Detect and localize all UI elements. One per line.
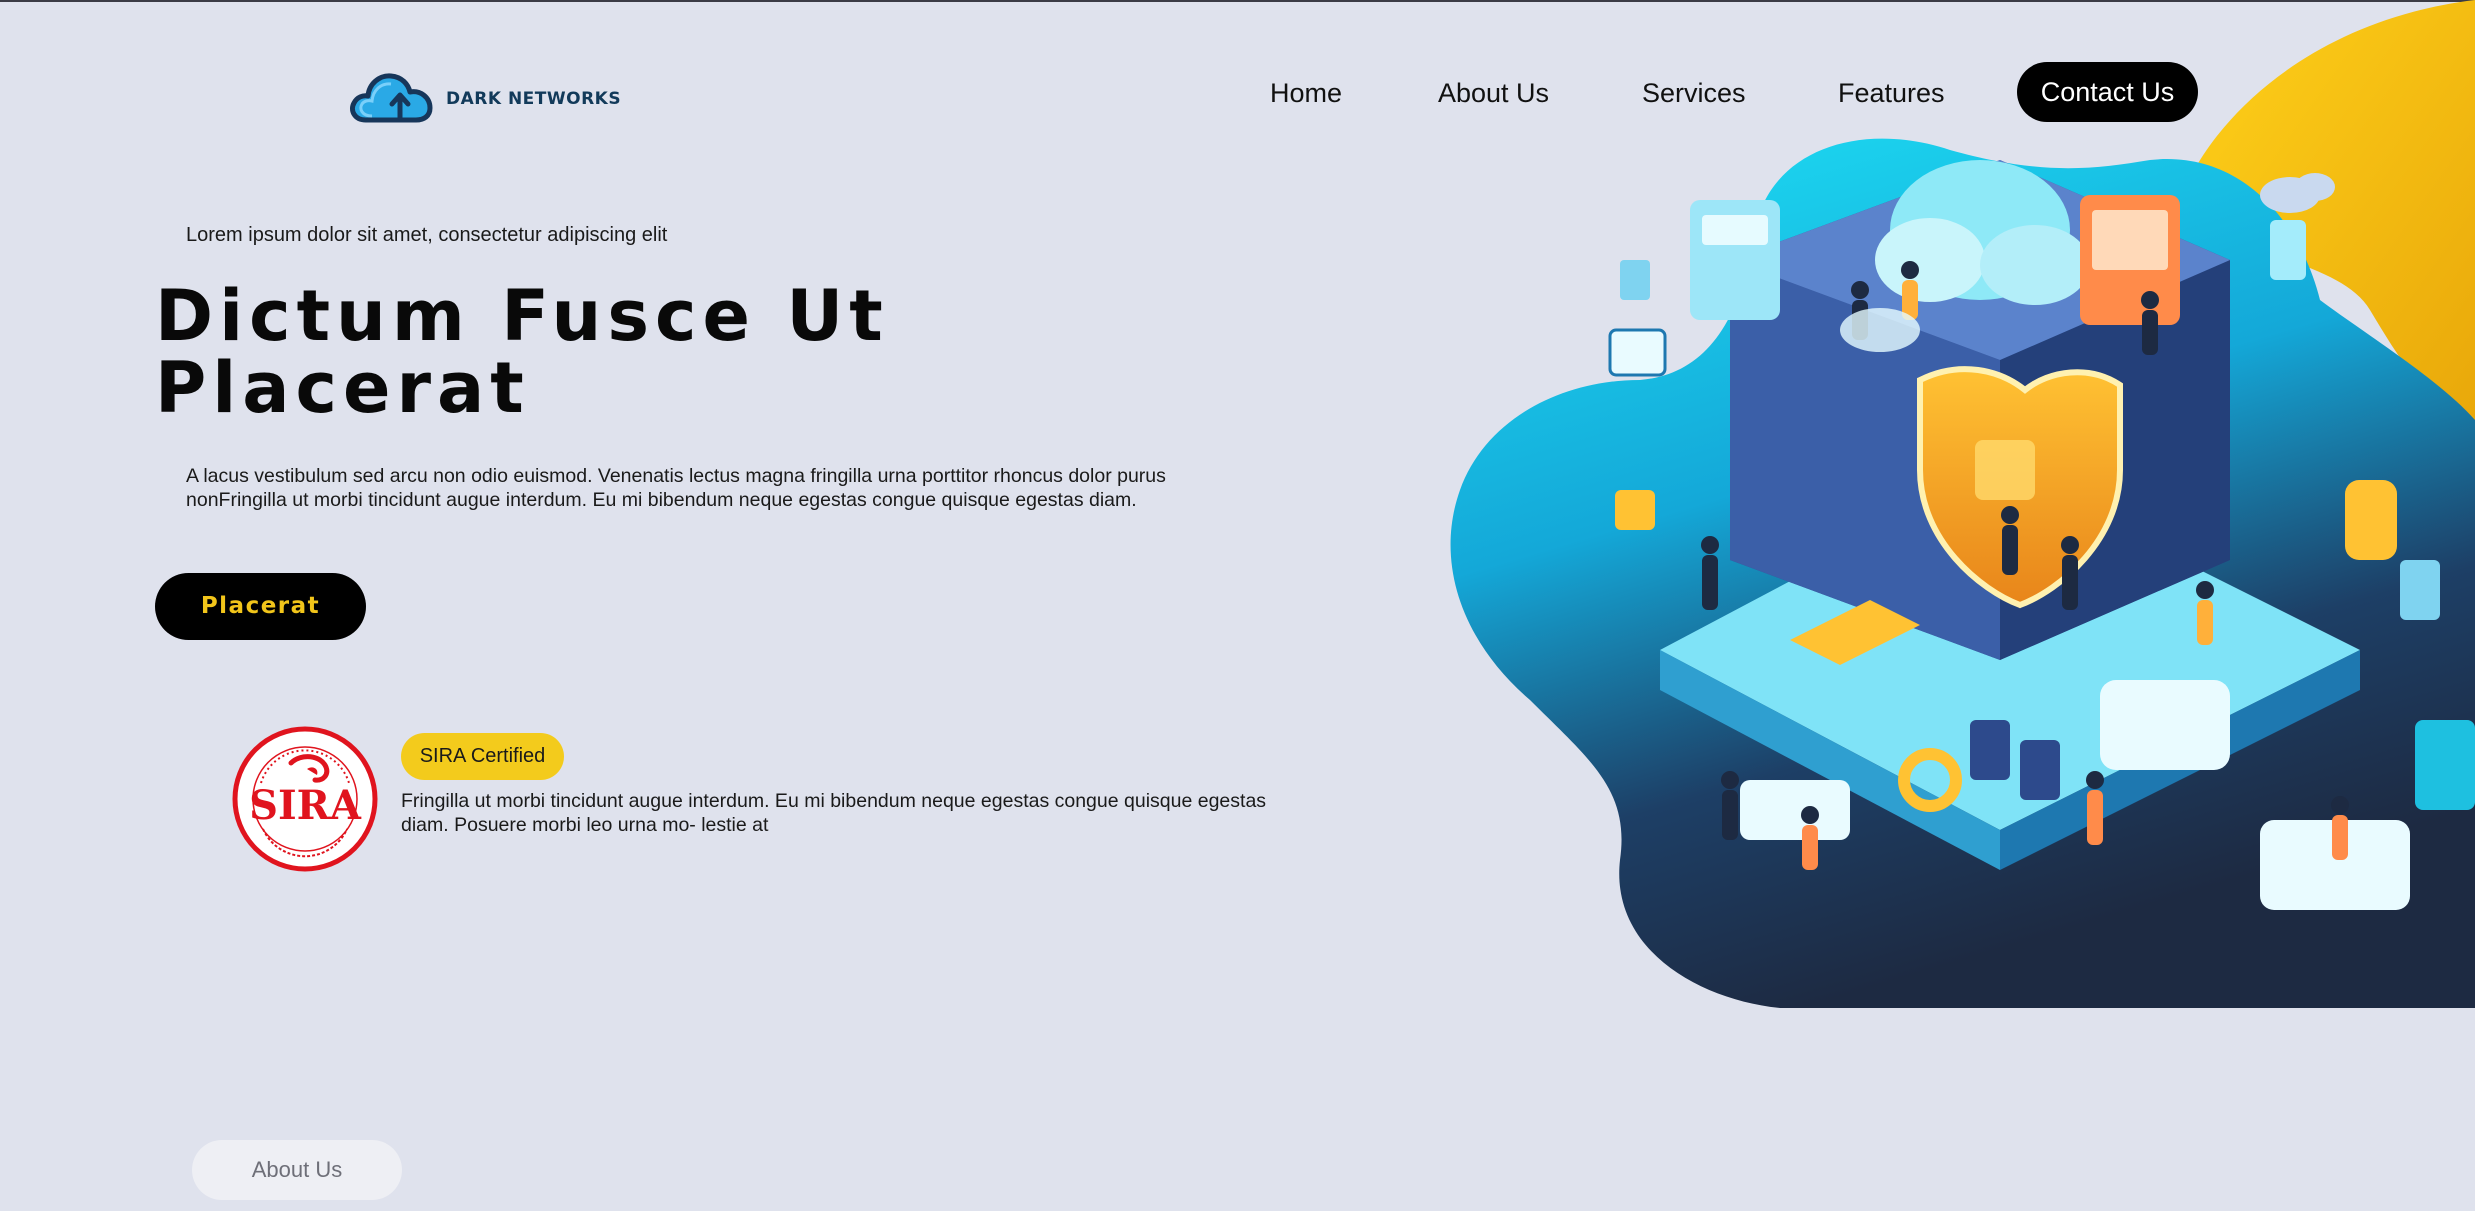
nav-home[interactable]: Home — [1270, 62, 1342, 124]
about-us-section-pill[interactable]: About Us — [192, 1140, 402, 1200]
hero-eyebrow: Lorem ipsum dolor sit amet, consectetur … — [186, 224, 668, 246]
placerat-button[interactable]: Placerat — [155, 573, 366, 640]
certification-description: Fringilla ut morbi tincidunt augue inter… — [401, 790, 1267, 836]
hero-title: Dictum Fusce Ut Placerat — [155, 280, 1055, 424]
hero-illustration — [1450, 0, 2475, 1009]
hero-title-line-2: Placerat — [155, 347, 530, 429]
hero-title-line-1: Dictum Fusce Ut — [155, 275, 889, 357]
svg-text:SIRA: SIRA — [249, 782, 362, 829]
hero-description: A lacus vestibulum sed arcu non odio eui… — [186, 465, 1166, 511]
sira-seal-logo: SIRA — [232, 726, 378, 872]
sira-certified-badge: SIRA Certified — [401, 733, 564, 780]
